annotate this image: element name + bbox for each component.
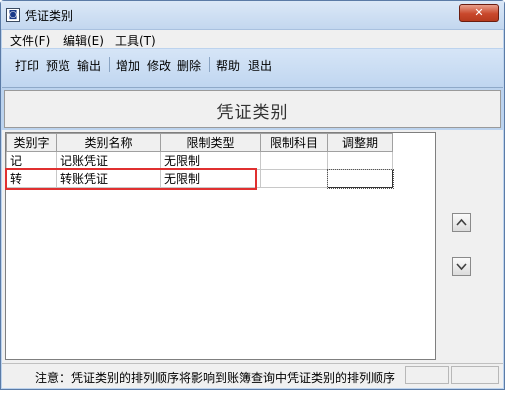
cell-category-char[interactable]: 记 xyxy=(6,151,57,170)
export-button[interactable]: 输出 xyxy=(77,57,101,74)
edit-button[interactable]: 修改 xyxy=(147,57,171,74)
column-header-category-char[interactable]: 类别字 xyxy=(6,133,57,152)
cell-category-name[interactable]: 记账凭证 xyxy=(56,151,161,170)
cell-adjustment-period[interactable] xyxy=(327,151,393,170)
window-title: 凭证类别 xyxy=(25,9,74,23)
voucher-category-table: 类别字 类别名称 限制类型 限制科目 调整期 记 记账凭证 无限制 转 转账凭证… xyxy=(6,133,394,189)
move-up-button[interactable] xyxy=(452,213,471,232)
table-row[interactable]: 记 记账凭证 无限制 xyxy=(6,151,393,170)
status-note: 注意：凭证类别的排列顺序将影响到账簿查询中凭证类别的排列顺序 xyxy=(35,371,396,385)
menu-edit[interactable]: 编辑(E) xyxy=(63,32,104,49)
voucher-category-window: ◙ 凭证类别 ✕ 文件(F) 编辑(E) 工具(T) 打印 预览 输出 增加 修… xyxy=(0,0,505,390)
preview-button[interactable]: 预览 xyxy=(46,57,70,74)
menu-bar: 文件(F) 编辑(E) 工具(T) xyxy=(2,30,503,48)
column-header-category-name[interactable]: 类别名称 xyxy=(56,133,161,152)
menu-tools[interactable]: 工具(T) xyxy=(115,32,156,49)
cell-category-char[interactable]: 转 xyxy=(6,169,57,188)
table-row[interactable]: 转 转账凭证 无限制 xyxy=(6,168,394,189)
print-button[interactable]: 打印 xyxy=(15,57,39,74)
status-cell xyxy=(451,366,499,384)
status-bar: 注意：凭证类别的排列顺序将影响到账簿查询中凭证类别的排列顺序 xyxy=(2,363,503,388)
menu-file[interactable]: 文件(F) xyxy=(10,32,50,49)
move-down-button[interactable] xyxy=(452,257,471,276)
title-bar[interactable]: ◙ 凭证类别 ✕ xyxy=(1,1,504,30)
chevron-down-icon xyxy=(456,263,467,271)
cell-category-name[interactable]: 转账凭证 xyxy=(56,169,161,188)
table-header-row: 类别字 类别名称 限制类型 限制科目 调整期 xyxy=(6,133,393,152)
page-title: 凭证类别 xyxy=(216,103,289,123)
exit-button[interactable]: 退出 xyxy=(248,57,272,74)
cell-adjustment-period-selected[interactable] xyxy=(326,168,394,189)
chevron-up-icon xyxy=(456,218,467,226)
voucher-category-grid[interactable]: 类别字 类别名称 限制类型 限制科目 调整期 记 记账凭证 无限制 转 转账凭证… xyxy=(5,132,436,360)
cell-restriction-type[interactable]: 无限制 xyxy=(160,151,261,170)
column-header-restricted-account[interactable]: 限制科目 xyxy=(260,133,328,152)
column-header-adjustment-period[interactable]: 调整期 xyxy=(327,133,393,152)
help-button[interactable]: 帮助 xyxy=(216,57,240,74)
toolbar: 打印 预览 输出 增加 修改 删除 帮助 退出 xyxy=(2,49,503,88)
close-button[interactable]: ✕ xyxy=(459,4,499,22)
column-header-restriction-type[interactable]: 限制类型 xyxy=(160,133,261,152)
toolbar-separator xyxy=(109,57,110,72)
delete-button[interactable]: 删除 xyxy=(177,57,201,74)
cell-restricted-account[interactable] xyxy=(260,151,328,170)
status-cell xyxy=(405,366,449,384)
cell-restricted-account[interactable] xyxy=(260,169,328,188)
cell-restriction-type[interactable]: 无限制 xyxy=(160,169,261,188)
header-panel: 凭证类别 xyxy=(4,90,501,128)
app-icon: ◙ xyxy=(6,8,20,22)
toolbar-separator xyxy=(209,57,210,72)
content-area: 类别字 类别名称 限制类型 限制科目 调整期 记 记账凭证 无限制 转 转账凭证… xyxy=(2,130,503,363)
add-button[interactable]: 增加 xyxy=(116,57,140,74)
